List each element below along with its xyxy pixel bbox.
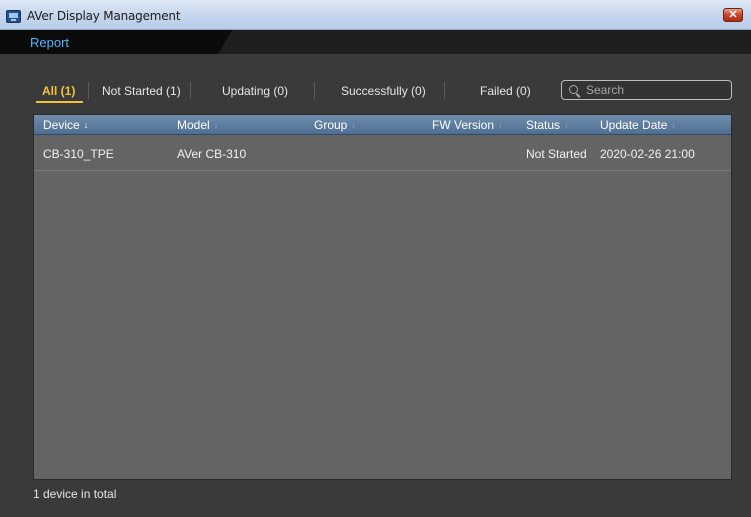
window-title: AVer Display Management xyxy=(27,9,181,23)
cell-model: AVer CB-310 xyxy=(177,147,247,161)
column-header-model[interactable]: Model ↓ xyxy=(177,118,218,132)
sort-arrow-icon: ↓ xyxy=(564,120,569,130)
sort-arrow-icon: ↓ xyxy=(498,120,503,130)
column-header-fw-version[interactable]: FW Version ↓ xyxy=(432,118,503,132)
close-button[interactable]: ✕ xyxy=(723,8,743,22)
search-icon xyxy=(569,85,578,94)
device-count: 1 device in total xyxy=(33,487,117,501)
filter-tab-failed[interactable]: Failed (0) xyxy=(480,84,531,98)
cell-device: CB-310_TPE xyxy=(43,147,114,161)
column-header-device[interactable]: Device ↓ xyxy=(43,118,88,132)
sort-arrow-icon: ↓ xyxy=(671,120,676,130)
header-bar: Report xyxy=(0,30,751,54)
column-label: FW Version xyxy=(432,118,495,132)
column-label: Group xyxy=(314,118,348,132)
filter-tab-updating[interactable]: Updating (0) xyxy=(222,84,288,98)
active-tab-indicator xyxy=(36,101,83,103)
column-label: Device xyxy=(43,118,80,132)
app-logo-icon xyxy=(6,10,21,23)
device-table: Device ↓ Model ↓ Group ↓ FW Version ↓ Status… xyxy=(33,114,732,480)
table-row[interactable]: CB-310_TPE AVer CB-310 Not Started 2020-… xyxy=(34,135,731,171)
filter-tab-all[interactable]: All (1) xyxy=(42,84,75,98)
column-label: Model xyxy=(177,118,210,132)
column-header-update-date[interactable]: Update Date ↓ xyxy=(600,118,676,132)
cell-update-date: 2020-02-26 21:00 xyxy=(600,147,695,161)
search-input[interactable] xyxy=(586,82,726,98)
tab-divider xyxy=(314,82,315,99)
column-header-group[interactable]: Group ↓ xyxy=(314,118,356,132)
filter-tab-successfully[interactable]: Successfully (0) xyxy=(341,84,426,98)
tab-divider xyxy=(444,82,445,99)
table-header: Device ↓ Model ↓ Group ↓ FW Version ↓ Status… xyxy=(34,115,731,135)
title-bar: AVer Display Management ✕ xyxy=(0,0,751,30)
sort-arrow-icon: ↓ xyxy=(351,120,356,130)
column-label: Status xyxy=(526,118,561,132)
tab-report-label: Report xyxy=(30,35,70,50)
cell-status: Not Started xyxy=(526,147,587,161)
sort-arrow-icon: ↓ xyxy=(213,120,219,130)
filter-tab-not-started[interactable]: Not Started (1) xyxy=(102,84,181,98)
column-label: Update Date xyxy=(600,118,668,132)
app-window: AVer Display Management ✕ Report All (1)… xyxy=(0,0,751,517)
sort-arrow-icon: ↓ xyxy=(83,120,89,130)
tab-report[interactable]: Report xyxy=(0,30,232,54)
search-box[interactable] xyxy=(561,80,732,100)
tab-divider xyxy=(190,82,191,99)
column-header-status[interactable]: Status ↓ xyxy=(526,118,569,132)
tab-divider xyxy=(88,82,89,99)
